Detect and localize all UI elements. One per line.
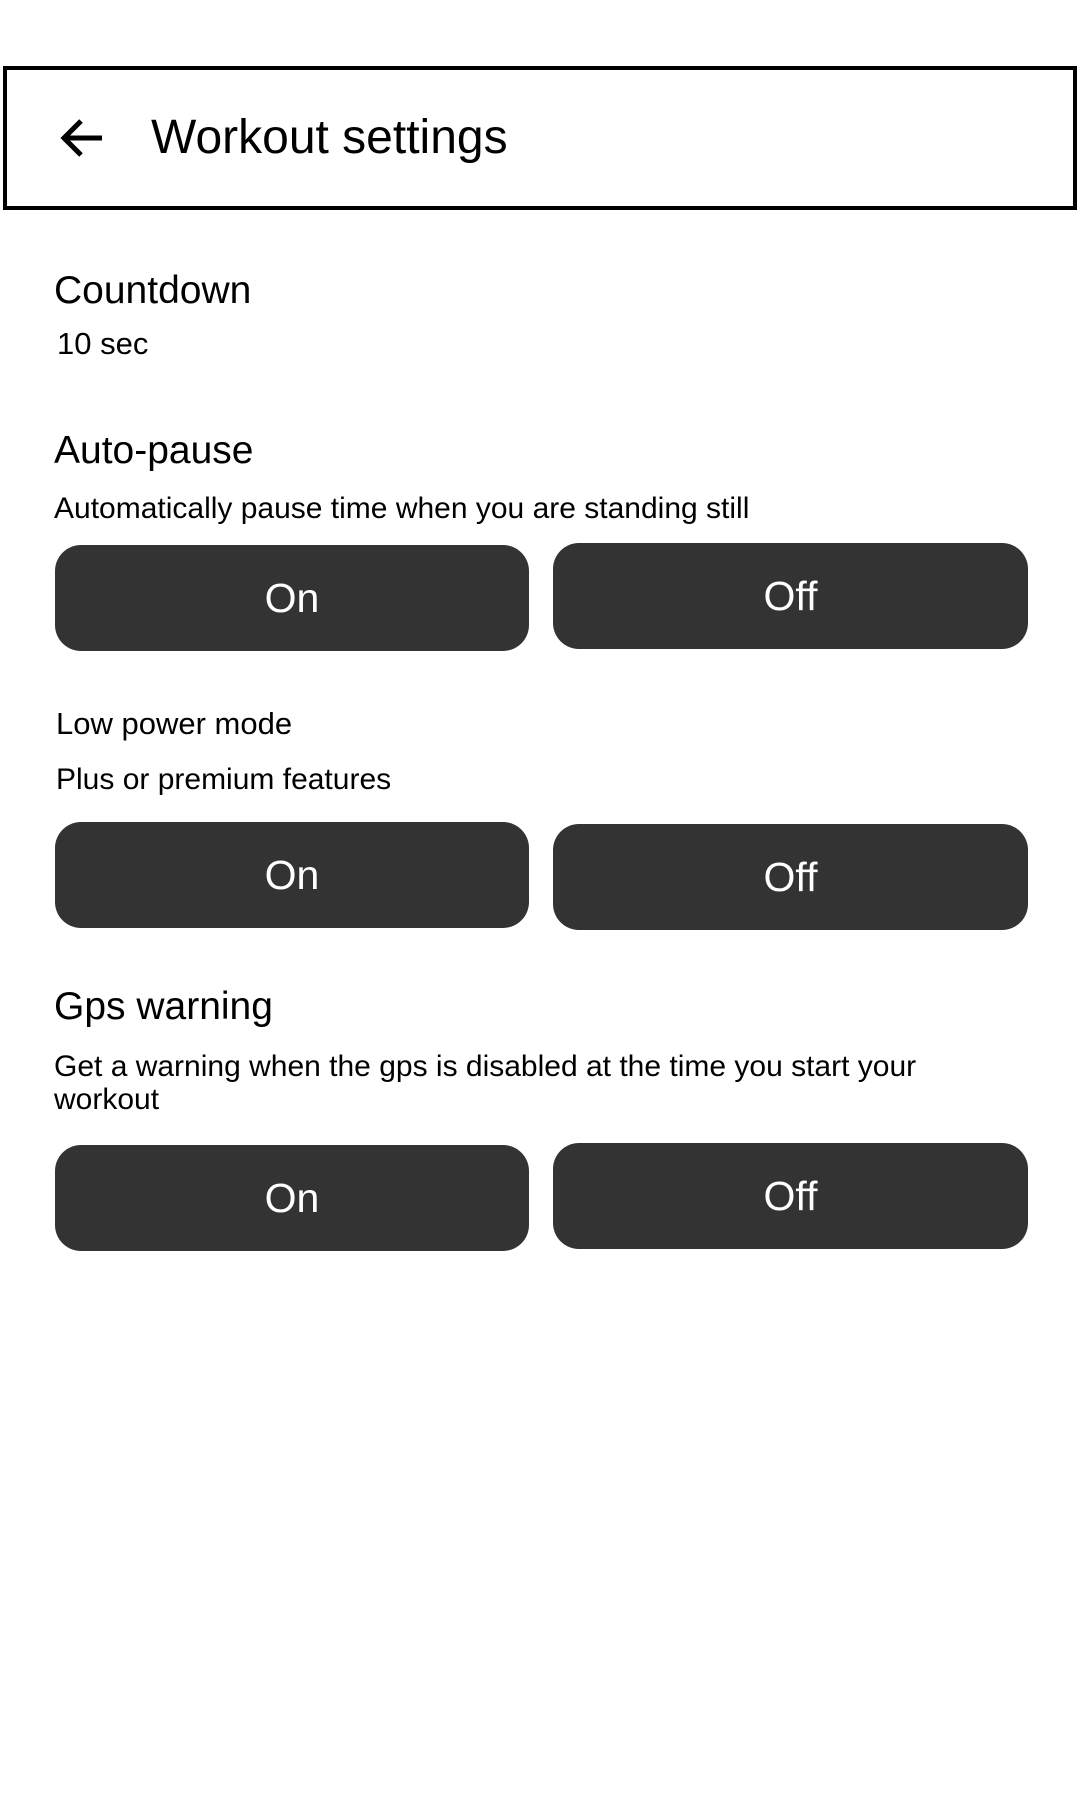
auto-pause-title: Auto-pause [54, 429, 254, 472]
gps-warning-description: Get a warning when the gps is disabled a… [54, 1050, 917, 1116]
gps-warning-on-button[interactable]: On [55, 1145, 529, 1251]
low-power-off-button[interactable]: Off [553, 824, 1028, 930]
auto-pause-off-button[interactable]: Off [553, 543, 1028, 649]
auto-pause-on-button[interactable]: On [55, 545, 529, 651]
auto-pause-description: Automatically pause time when you are st… [54, 492, 750, 525]
countdown-title[interactable]: Countdown [54, 268, 251, 314]
page-title: Workout settings [151, 111, 508, 164]
back-button[interactable] [43, 99, 121, 177]
gps-warning-off-button[interactable]: Off [553, 1143, 1028, 1249]
low-power-on-button[interactable]: On [55, 822, 529, 928]
gps-warning-title: Gps warning [54, 985, 273, 1028]
low-power-description: Plus or premium features [56, 763, 392, 796]
app-bar: Workout settings [3, 66, 1077, 210]
low-power-title: Low power mode [56, 706, 293, 741]
arrow-left-icon [60, 119, 102, 157]
countdown-value[interactable]: 10 sec [57, 327, 148, 360]
